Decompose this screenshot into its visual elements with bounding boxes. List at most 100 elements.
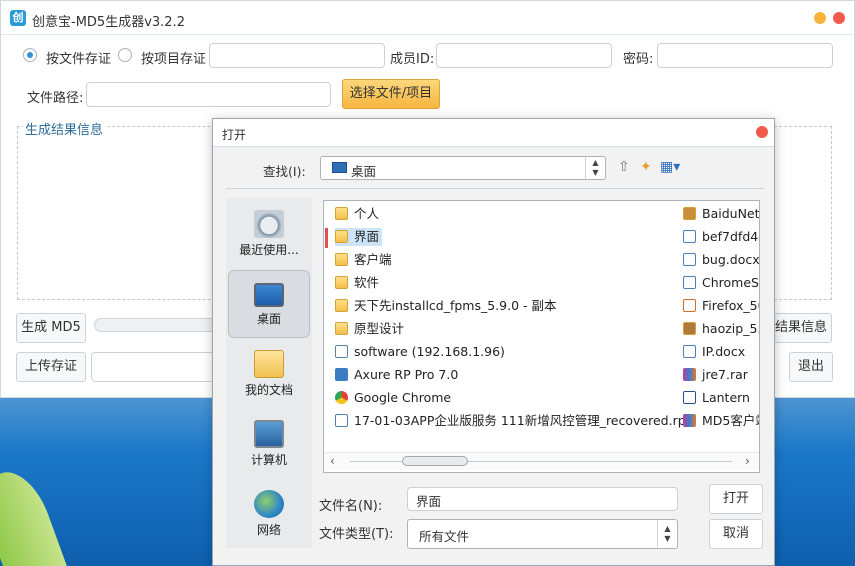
result-group-title: 生成结果信息 bbox=[23, 119, 106, 138]
filename-label: 文件名(N): bbox=[319, 499, 383, 514]
list-item[interactable]: haozip_5. bbox=[683, 320, 759, 338]
folder-icon bbox=[335, 322, 348, 335]
list-item[interactable]: IP.docx bbox=[683, 343, 745, 361]
place-documents-label: 我的文档 bbox=[244, 383, 293, 397]
scrollbar-thumb[interactable] bbox=[402, 456, 468, 466]
project-input[interactable] bbox=[209, 43, 385, 68]
dialog-title: 打开 bbox=[222, 128, 247, 142]
filetype-label: 文件类型(T): bbox=[319, 527, 394, 542]
list-item[interactable]: Axure RP Pro 7.0 bbox=[335, 366, 458, 384]
rar-icon bbox=[683, 414, 696, 427]
list-item[interactable]: 原型设计 bbox=[335, 320, 404, 338]
folder-icon bbox=[335, 299, 348, 312]
rar-icon bbox=[683, 368, 696, 381]
toolbar-divider bbox=[226, 188, 764, 189]
file-list-right-column: BaiduNet bef7dfd4- bug.docx ChromeSt Fir… bbox=[683, 200, 759, 450]
recent-places-icon bbox=[254, 210, 284, 238]
image-file-icon bbox=[683, 230, 696, 243]
documents-folder-icon bbox=[254, 350, 284, 378]
radio-project-evidence-label: 按项目存证 bbox=[141, 52, 207, 67]
list-item-selected[interactable]: 界面 bbox=[335, 228, 383, 246]
list-item[interactable]: MD5客户端 bbox=[683, 412, 759, 430]
lookin-label: 查找(I): bbox=[263, 164, 306, 179]
filetype-combo[interactable]: 所有文件 ▲ ▼ bbox=[407, 519, 678, 549]
place-desktop[interactable]: 桌面 bbox=[228, 270, 310, 338]
filetype-value: 所有文件 bbox=[419, 529, 470, 544]
list-item[interactable]: software (192.168.1.96) bbox=[335, 343, 505, 361]
filetype-combo-arrows: ▲ ▼ bbox=[657, 520, 677, 548]
baidu-icon bbox=[683, 207, 696, 220]
place-computer[interactable]: 计算机 bbox=[228, 420, 310, 468]
place-recent[interactable]: 最近使用... bbox=[228, 210, 310, 258]
open-button[interactable]: 打开 bbox=[709, 484, 763, 514]
result-info-button[interactable]: 结果信息 bbox=[770, 313, 832, 343]
chrome-icon bbox=[335, 391, 348, 404]
place-network[interactable]: 网络 bbox=[228, 490, 310, 538]
lookin-value: 桌面 bbox=[351, 164, 377, 179]
filename-input[interactable]: 界面 bbox=[407, 487, 678, 511]
list-item[interactable]: Lantern bbox=[683, 389, 750, 407]
exit-button[interactable]: 退出 bbox=[789, 352, 833, 382]
docx-icon bbox=[683, 253, 696, 266]
scroll-right-icon[interactable]: › bbox=[745, 454, 750, 468]
file-path-input[interactable] bbox=[86, 82, 331, 107]
desktop-wallpaper-leaf bbox=[0, 463, 68, 566]
app-logo-icon: 创 bbox=[10, 10, 26, 26]
rp-file-icon bbox=[335, 414, 348, 427]
list-item[interactable]: 17-01-03APP企业版服务 111新增风控管理_recovered.rp bbox=[335, 412, 686, 430]
up-folder-icon[interactable]: ⇧ bbox=[618, 159, 630, 175]
list-item[interactable]: jre7.rar bbox=[683, 366, 748, 384]
folder-icon bbox=[335, 253, 348, 266]
title-bar: 创 创意宝-MD5生成器v3.2.2 bbox=[1, 1, 854, 35]
upload-evidence-button[interactable]: 上传存证 bbox=[16, 352, 86, 382]
list-item[interactable]: 软件 bbox=[335, 274, 379, 292]
place-desktop-label: 桌面 bbox=[256, 312, 281, 326]
selection-marker bbox=[325, 228, 328, 248]
select-file-button[interactable]: 选择文件/项目 bbox=[342, 79, 440, 109]
member-id-input[interactable] bbox=[436, 43, 612, 68]
place-network-label: 网络 bbox=[256, 523, 281, 537]
generate-md5-button[interactable]: 生成 MD5 bbox=[16, 313, 86, 343]
chrome-setup-icon bbox=[683, 276, 696, 289]
list-item[interactable]: Firefox_50 bbox=[683, 297, 759, 315]
scroll-left-icon[interactable]: ‹ bbox=[330, 454, 335, 468]
close-button[interactable] bbox=[833, 12, 845, 24]
list-item[interactable]: 客户端 bbox=[335, 251, 392, 269]
file-path-label: 文件路径: bbox=[27, 91, 84, 106]
place-recent-label: 最近使用... bbox=[239, 243, 299, 257]
lookin-combo[interactable]: 桌面 ▲ ▼ bbox=[320, 156, 606, 180]
md5-progress-bar bbox=[94, 318, 224, 332]
dialog-close-button[interactable] bbox=[756, 126, 768, 138]
member-id-label: 成员ID: bbox=[390, 52, 435, 67]
list-item[interactable]: BaiduNet bbox=[683, 205, 759, 223]
lantern-icon bbox=[683, 391, 696, 404]
list-item[interactable]: 个人 bbox=[335, 205, 379, 223]
desktop-icon bbox=[254, 283, 284, 307]
radio-project-evidence[interactable] bbox=[118, 48, 132, 62]
folder-icon bbox=[335, 276, 348, 289]
list-item[interactable]: Google Chrome bbox=[335, 389, 451, 407]
place-documents[interactable]: 我的文档 bbox=[228, 350, 310, 398]
window-title: 创意宝-MD5生成器v3.2.2 bbox=[32, 15, 185, 30]
radio-file-evidence[interactable] bbox=[23, 48, 37, 62]
password-label: 密码: bbox=[623, 52, 654, 67]
network-shortcut-icon bbox=[335, 345, 348, 358]
docx-icon bbox=[683, 345, 696, 358]
computer-icon bbox=[254, 420, 284, 448]
list-item[interactable]: ChromeSt bbox=[683, 274, 759, 292]
dialog-title-bar: 打开 bbox=[213, 119, 774, 147]
list-item[interactable]: bef7dfd4- bbox=[683, 228, 759, 246]
list-item[interactable]: bug.docx bbox=[683, 251, 759, 269]
filename-value: 界面 bbox=[416, 494, 442, 509]
folder-icon bbox=[335, 207, 348, 220]
folder-icon bbox=[335, 230, 348, 243]
view-menu-icon[interactable]: ▦▾ bbox=[660, 159, 680, 175]
list-item[interactable]: 天下先installcd_fpms_5.9.0 - 副本 bbox=[335, 297, 557, 315]
cancel-button[interactable]: 取消 bbox=[709, 519, 763, 549]
password-input[interactable] bbox=[657, 43, 833, 68]
new-folder-icon[interactable]: ✦ bbox=[640, 159, 652, 175]
radio-file-evidence-label: 按文件存证 bbox=[46, 52, 112, 67]
minimize-button[interactable] bbox=[814, 12, 826, 24]
place-computer-label: 计算机 bbox=[250, 453, 287, 467]
network-globe-icon bbox=[254, 490, 284, 518]
